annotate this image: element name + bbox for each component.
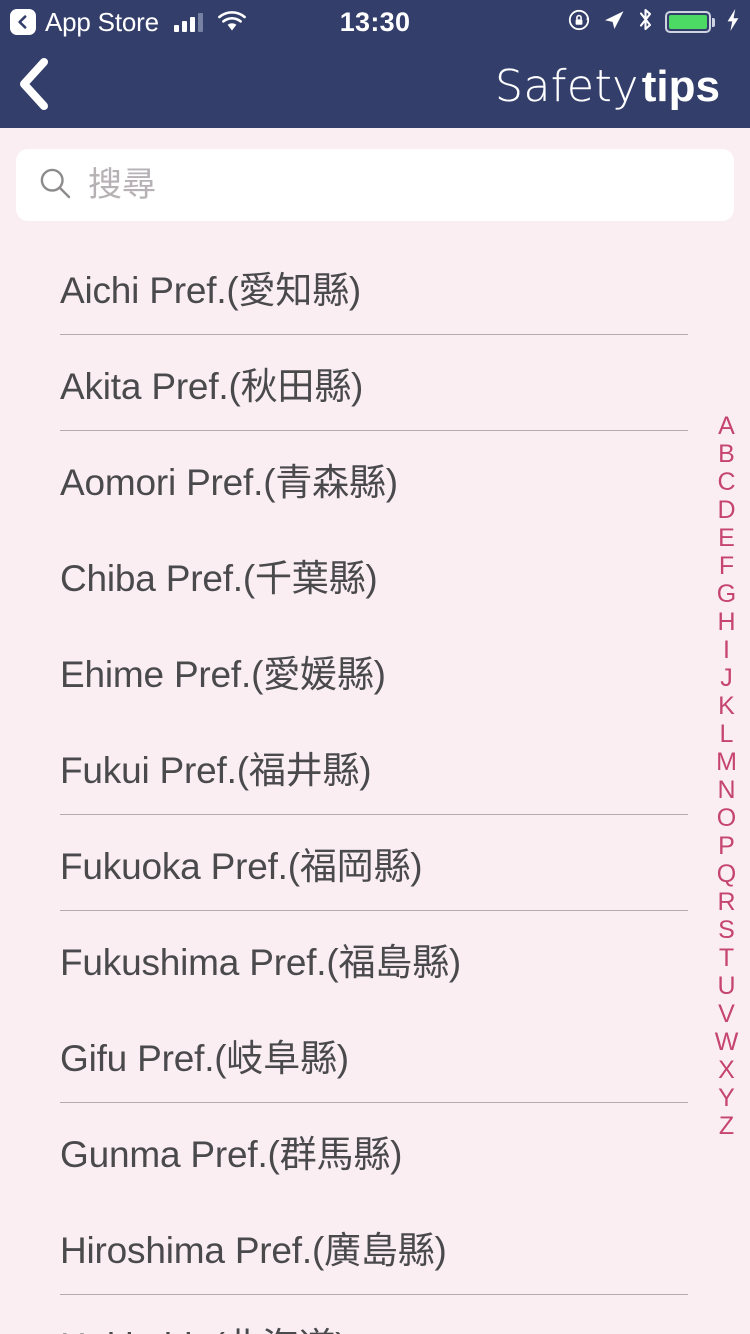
list-item-label: Aomori Pref.(青森縣)	[60, 462, 398, 503]
battery-full-icon	[665, 11, 715, 33]
alphabet-index-letter[interactable]: R	[703, 888, 750, 916]
alphabet-index[interactable]: ABCDEFGHIJKLMNOPQRSTUVWXYZ	[703, 412, 750, 1140]
navigation-bar: Safety tips	[0, 44, 750, 128]
alphabet-index-letter[interactable]: L	[703, 720, 750, 748]
list-item[interactable]: Fukui Pref.(福井縣)	[0, 719, 750, 815]
list-item-label: Gunma Pref.(群馬縣)	[60, 1134, 403, 1175]
list-item-label: Ehime Pref.(愛媛縣)	[60, 654, 386, 695]
alphabet-index-letter[interactable]: T	[703, 944, 750, 972]
alphabet-index-letter[interactable]: J	[703, 664, 750, 692]
search-input[interactable]	[88, 165, 712, 205]
alphabet-index-letter[interactable]: G	[703, 580, 750, 608]
alphabet-index-letter[interactable]: H	[703, 608, 750, 636]
page-title: Safety tips	[495, 60, 750, 112]
alphabet-index-letter[interactable]: E	[703, 524, 750, 552]
alphabet-index-letter[interactable]: Z	[703, 1112, 750, 1140]
list-item[interactable]: Gifu Pref.(岐阜縣)	[0, 1007, 750, 1103]
list-item[interactable]: Ehime Pref.(愛媛縣)	[0, 623, 750, 719]
list-item[interactable]: Akita Pref.(秋田縣)	[0, 335, 750, 431]
list-item-label: Hokkaido(北海道)	[60, 1316, 347, 1334]
alphabet-index-letter[interactable]: W	[703, 1028, 750, 1056]
alphabet-index-letter[interactable]: O	[703, 804, 750, 832]
alphabet-index-letter[interactable]: A	[703, 412, 750, 440]
list-item-label: Akita Pref.(秋田縣)	[60, 366, 364, 407]
list-item-label: Gifu Pref.(岐阜縣)	[60, 1038, 349, 1079]
list-item[interactable]: Hokkaido(北海道)	[0, 1295, 750, 1334]
alphabet-index-letter[interactable]: D	[703, 496, 750, 524]
alphabet-index-letter[interactable]: F	[703, 552, 750, 580]
charging-bolt-icon	[726, 8, 740, 37]
alphabet-index-letter[interactable]: I	[703, 636, 750, 664]
list-item[interactable]: Gunma Pref.(群馬縣)	[0, 1103, 750, 1199]
alphabet-index-letter[interactable]: V	[703, 1000, 750, 1028]
status-bar-right	[567, 7, 750, 37]
list-item-label: Hiroshima Pref.(廣島縣)	[60, 1230, 447, 1271]
chevron-left-icon	[14, 56, 54, 117]
alphabet-index-letter[interactable]: X	[703, 1056, 750, 1084]
alphabet-index-letter[interactable]: Y	[703, 1084, 750, 1112]
list-item[interactable]: Fukuoka Pref.(福岡縣)	[0, 815, 750, 911]
alphabet-index-letter[interactable]: P	[703, 832, 750, 860]
prefecture-list[interactable]: Aichi Pref.(愛知縣) Akita Pref.(秋田縣) Aomori P…	[0, 239, 750, 1334]
page-title-thin: Safety	[495, 60, 639, 112]
rotation-lock-icon	[567, 8, 591, 37]
status-bar: App Store 13:30	[0, 0, 750, 44]
alphabet-index-letter[interactable]: N	[703, 776, 750, 804]
back-button[interactable]	[0, 56, 72, 117]
alphabet-index-letter[interactable]: B	[703, 440, 750, 468]
list-item-label: Chiba Pref.(千葉縣)	[60, 558, 378, 599]
search-section	[0, 128, 750, 239]
list-item[interactable]: Aichi Pref.(愛知縣)	[0, 239, 750, 335]
page-title-bold: tips	[641, 61, 720, 111]
list-item-label: Fukushima Pref.(福島縣)	[60, 942, 462, 983]
alphabet-index-letter[interactable]: K	[703, 692, 750, 720]
alphabet-index-letter[interactable]: C	[703, 468, 750, 496]
list-item[interactable]: Hiroshima Pref.(廣島縣)	[0, 1199, 750, 1295]
list-item[interactable]: Aomori Pref.(青森縣)	[0, 431, 750, 527]
list-item-label: Aichi Pref.(愛知縣)	[60, 270, 362, 311]
list-item[interactable]: Fukushima Pref.(福島縣)	[0, 911, 750, 1007]
search-bar[interactable]	[16, 149, 734, 221]
alphabet-index-letter[interactable]: S	[703, 916, 750, 944]
list-item-label: Fukuoka Pref.(福岡縣)	[60, 846, 423, 887]
app-screen: App Store 13:30 Safety tips 搜尋 Aichi Pre…	[0, 0, 750, 1334]
alphabet-index-letter[interactable]: M	[703, 748, 750, 776]
list-item[interactable]: Chiba Pref.(千葉縣)	[0, 527, 750, 623]
search-icon	[38, 166, 72, 205]
location-arrow-icon	[602, 8, 626, 37]
list-item-label: Fukui Pref.(福井縣)	[60, 750, 372, 791]
alphabet-index-letter[interactable]: Q	[703, 860, 750, 888]
bluetooth-icon	[637, 7, 654, 37]
alphabet-index-letter[interactable]: U	[703, 972, 750, 1000]
